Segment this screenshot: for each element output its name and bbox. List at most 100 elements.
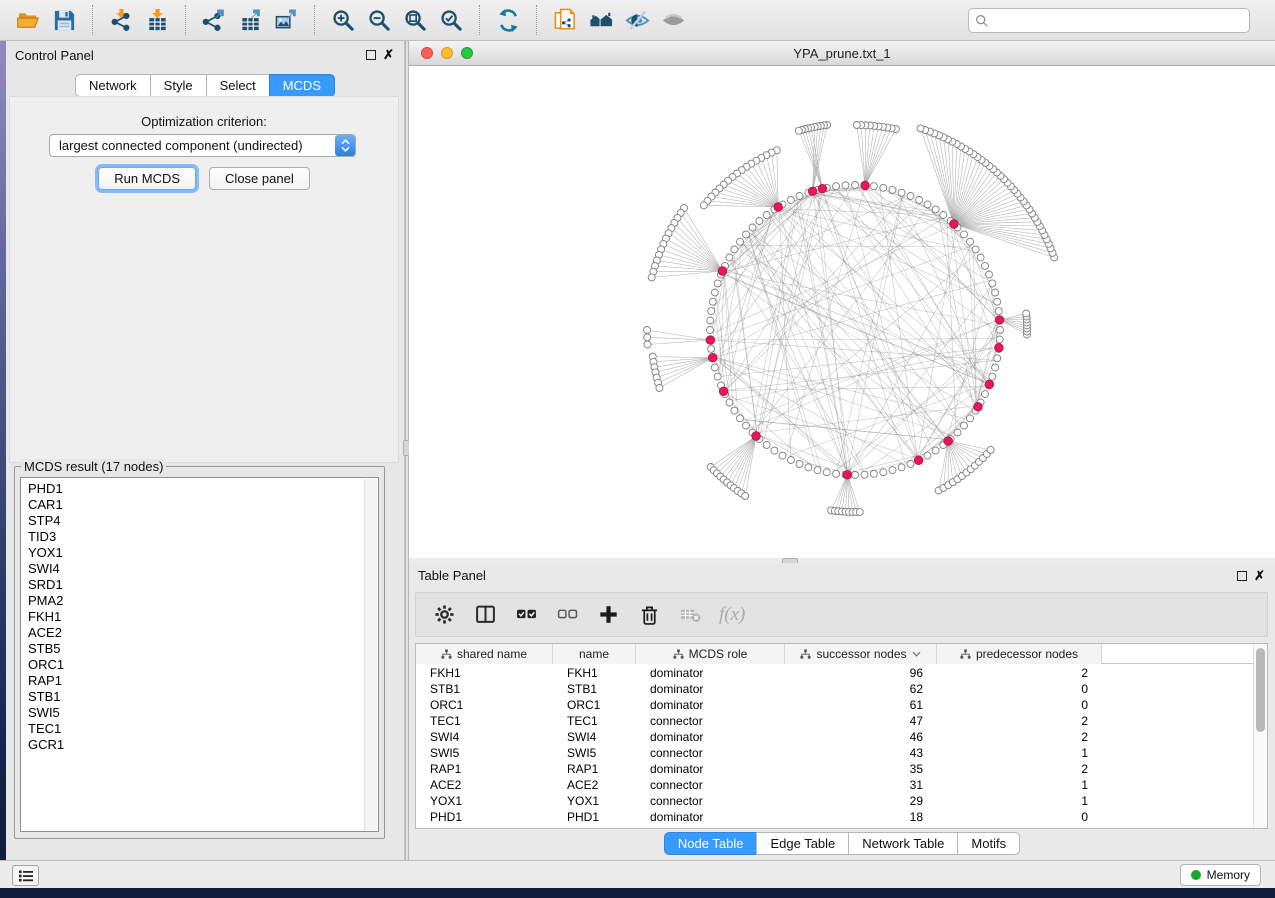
mcds-node-item[interactable]: RAP1	[28, 673, 378, 689]
close-table-panel-icon[interactable]: ✗	[1254, 571, 1265, 581]
attribute-icon	[441, 649, 452, 660]
refresh-view-button[interactable]	[490, 5, 526, 35]
open-file-icon	[16, 8, 41, 33]
network-window-titlebar[interactable]: YPA_prune.txt_1	[409, 41, 1275, 66]
import-network-button[interactable]	[103, 5, 139, 35]
tab-motifs[interactable]: Motifs	[957, 832, 1020, 855]
mcds-node-item[interactable]: YOX1	[28, 545, 378, 561]
table-row[interactable]: SWI4SWI4dominator462	[416, 729, 1253, 745]
table-row[interactable]: PHD1PHD1dominator180	[416, 809, 1253, 825]
memory-button[interactable]: Memory	[1180, 864, 1261, 886]
mcds-node-item[interactable]: STP4	[28, 513, 378, 529]
cell-shared-name: SWI5	[416, 746, 553, 760]
close-panel-icon[interactable]: ✗	[383, 50, 394, 60]
show-graphics-details-button[interactable]	[655, 5, 691, 35]
search-box[interactable]	[968, 8, 1250, 33]
control-panel: Control Panel ✗ Network Style Select MCD…	[6, 41, 405, 860]
delete-column-button[interactable]	[637, 603, 661, 627]
select-all-button[interactable]	[514, 603, 538, 627]
network-canvas[interactable]	[409, 66, 1275, 558]
show-panels-menu-button[interactable]	[12, 865, 39, 886]
cell-name: TEC1	[553, 714, 636, 728]
mcds-node-item[interactable]: TEC1	[28, 721, 378, 737]
mcds-tab-panel: Optimization criterion: largest connecte…	[9, 96, 399, 463]
run-mcds-button[interactable]: Run MCDS	[98, 167, 196, 190]
tab-select[interactable]: Select	[206, 74, 270, 97]
mcds-node-item[interactable]: PMA2	[28, 593, 378, 609]
network-overview-button[interactable]	[583, 5, 619, 35]
mcds-node-item[interactable]: ACE2	[28, 625, 378, 641]
column-header-name[interactable]: name	[553, 644, 636, 664]
duplicate-network-button[interactable]	[547, 5, 583, 35]
tab-style[interactable]: Style	[150, 74, 207, 97]
table-row[interactable]: ORC1ORC1dominator610	[416, 697, 1253, 713]
deselect-all-button[interactable]	[555, 603, 579, 627]
zoom-in-button[interactable]	[325, 5, 361, 35]
main-toolbar	[0, 0, 1275, 41]
zoom-fit-button[interactable]	[397, 5, 433, 35]
cell-name: STB1	[553, 682, 636, 696]
float-panel-icon[interactable]	[366, 50, 376, 60]
column-layout-button[interactable]	[473, 603, 497, 627]
hide-graphics-details-button[interactable]	[619, 5, 655, 35]
table-row[interactable]: YOX1YOX1connector291	[416, 793, 1253, 809]
mcds-node-item[interactable]: STB5	[28, 641, 378, 657]
mcds-node-item[interactable]: SWI5	[28, 705, 378, 721]
mcds-node-item[interactable]: ORC1	[28, 657, 378, 673]
mcds-node-item[interactable]: STB1	[28, 689, 378, 705]
save-session-button[interactable]	[46, 5, 82, 35]
open-file-button[interactable]	[10, 5, 46, 35]
cell-successor-nodes: 47	[785, 714, 937, 728]
table-row[interactable]: RAP1RAP1dominator352	[416, 761, 1253, 777]
table-settings-button[interactable]	[432, 603, 456, 627]
table-scrollbar[interactable]	[1253, 644, 1267, 828]
export-network-button[interactable]	[196, 5, 232, 35]
zoom-selected-button[interactable]	[433, 5, 469, 35]
cell-predecessor-nodes: 2	[937, 730, 1102, 744]
mcds-node-item[interactable]: FKH1	[28, 609, 378, 625]
table-row[interactable]: STB1STB1dominator620	[416, 681, 1253, 697]
cell-predecessor-nodes: 2	[937, 666, 1102, 680]
tab-edge-table[interactable]: Edge Table	[756, 832, 849, 855]
tab-network-table[interactable]: Network Table	[848, 832, 958, 855]
export-table-button[interactable]	[232, 5, 268, 35]
application-window: Control Panel ✗ Network Style Select MCD…	[0, 0, 1275, 898]
optimization-criterion-select[interactable]: largest connected component (undirected)	[49, 134, 356, 157]
table-row[interactable]: FKH1FKH1dominator962	[416, 665, 1253, 681]
table-row[interactable]: SWI5SWI5connector431	[416, 745, 1253, 761]
mcds-node-item[interactable]: TID3	[28, 529, 378, 545]
add-column-button[interactable]	[596, 603, 620, 627]
tab-mcds[interactable]: MCDS	[269, 74, 335, 97]
close-panel-button[interactable]: Close panel	[209, 167, 310, 190]
import-table-button[interactable]	[139, 5, 175, 35]
float-table-panel-icon[interactable]	[1237, 571, 1247, 581]
search-input[interactable]	[994, 13, 1243, 28]
column-header-MCDS-role[interactable]: MCDS role	[636, 644, 785, 664]
table-scrollbar-thumb[interactable]	[1256, 648, 1265, 732]
column-header-predecessor-nodes[interactable]: predecessor nodes	[937, 644, 1102, 664]
mcds-result-list[interactable]: PHD1CAR1STP4TID3YOX1SWI4SRD1PMA2FKH1ACE2…	[20, 477, 379, 832]
cell-successor-nodes: 61	[785, 698, 937, 712]
table-tabs: Node Table Edge Table Network Table Moti…	[409, 832, 1275, 855]
memory-label: Memory	[1207, 868, 1250, 882]
mcds-node-item[interactable]: CAR1	[28, 497, 378, 513]
column-header-successor-nodes[interactable]: successor nodes	[785, 644, 937, 664]
zoom-out-button[interactable]	[361, 5, 397, 35]
cell-shared-name: TEC1	[416, 714, 553, 728]
mcds-list-scrollbar[interactable]	[364, 479, 377, 830]
table-row[interactable]: ACE2ACE2connector311	[416, 777, 1253, 793]
tab-network[interactable]: Network	[75, 74, 151, 97]
mcds-node-item[interactable]: SWI4	[28, 561, 378, 577]
delete-table-button[interactable]	[678, 603, 702, 627]
network-graph[interactable]	[409, 66, 1275, 558]
tab-node-table[interactable]: Node Table	[664, 832, 758, 855]
cell-predecessor-nodes: 0	[937, 682, 1102, 696]
cell-name: ORC1	[553, 698, 636, 712]
mcds-node-item[interactable]: GCR1	[28, 737, 378, 753]
list-icon	[18, 869, 34, 883]
table-row[interactable]: TEC1TEC1connector472	[416, 713, 1253, 729]
mcds-node-item[interactable]: PHD1	[28, 481, 378, 497]
mcds-node-item[interactable]: SRD1	[28, 577, 378, 593]
export-image-button[interactable]	[268, 5, 304, 35]
column-header-shared-name[interactable]: shared name	[416, 644, 553, 664]
